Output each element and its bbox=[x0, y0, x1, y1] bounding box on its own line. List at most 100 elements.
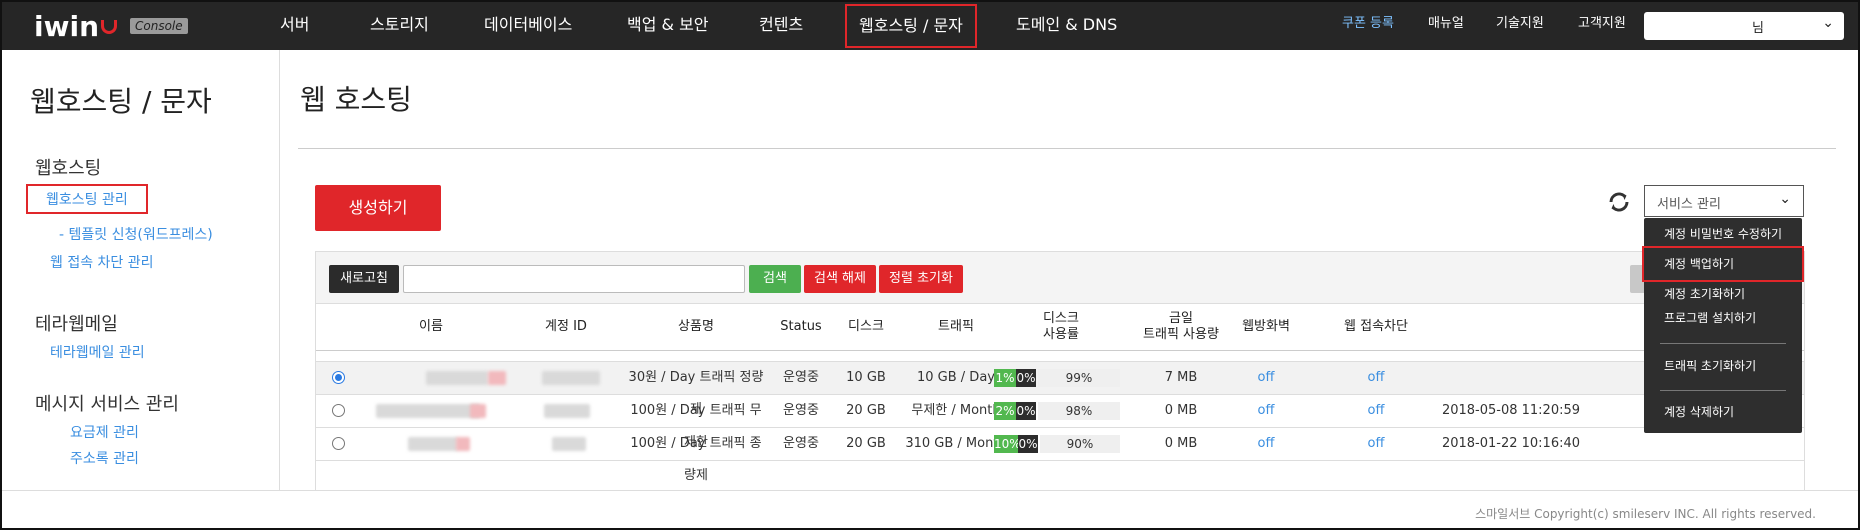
traffic-usage-pct: 98% bbox=[1038, 402, 1120, 420]
customer-support-link[interactable]: 고객지원 bbox=[1578, 2, 1626, 48]
cell-disk: 20 GB bbox=[846, 403, 886, 418]
table-row[interactable]: 100원 / Day 트래픽 종량제 운영중 20 GB 310 GB / Mo… bbox=[316, 428, 1804, 483]
title-divider bbox=[298, 148, 1836, 149]
sidebar-title: 웹호스팅 / 문자 bbox=[30, 85, 212, 118]
redacted-account-id bbox=[552, 437, 586, 451]
logo-smile-icon bbox=[101, 20, 117, 34]
cell-waf-toggle[interactable]: off bbox=[1236, 362, 1296, 394]
cell-waf-toggle[interactable]: off bbox=[1236, 395, 1296, 427]
disk-usage-fill: 2% bbox=[994, 402, 1016, 420]
disk-usage-bar: 2% 0% 98% bbox=[994, 402, 1120, 420]
sidebar-group-webhosting: 웹호스팅 bbox=[35, 158, 102, 179]
redacted-name bbox=[488, 371, 506, 385]
redacted-account-id bbox=[544, 404, 590, 418]
redacted-name bbox=[426, 371, 488, 385]
disk-usage-bar: 1% 0% 99% bbox=[994, 369, 1120, 387]
copyright-text: 스마일서브 Copyright(c) smileserv INC. All ri… bbox=[1475, 507, 1816, 521]
nav-webhosting-sms[interactable]: 웹호스팅 / 문자 bbox=[845, 4, 977, 48]
cell-today-traffic: 0 MB bbox=[1164, 403, 1198, 418]
menu-item-install-program[interactable]: 프로그램 설치하기 bbox=[1644, 306, 1802, 330]
sidebar-item-plan-manage[interactable]: 요금제 관리 bbox=[70, 422, 139, 442]
traffic-usage-pct: 99% bbox=[1038, 369, 1120, 387]
cell-product: 100원 / Day 트래픽 종량제 bbox=[630, 436, 762, 483]
row-radio[interactable] bbox=[332, 371, 345, 384]
cell-product: 100원 / Day 트래픽 무제한 bbox=[630, 403, 762, 450]
menu-item-delete-account[interactable]: 계정 삭제하기 bbox=[1644, 400, 1802, 424]
cell-access-block-toggle[interactable]: off bbox=[1336, 428, 1416, 460]
column-header-disk[interactable]: 디스크 bbox=[836, 304, 896, 350]
disk-usage-rest: 0% bbox=[1016, 402, 1036, 420]
row-radio[interactable] bbox=[332, 404, 345, 417]
menu-item-reset-traffic[interactable]: 트래픽 초기화하기 bbox=[1644, 354, 1802, 378]
create-button[interactable]: 생성하기 bbox=[315, 185, 441, 231]
cell-today-traffic: 0 MB bbox=[1164, 436, 1198, 451]
brand-logo[interactable]: iwin bbox=[34, 10, 117, 43]
cell-status: 운영중 bbox=[783, 403, 819, 418]
table-toolbar: 새로고침 검색 검색 해제 정렬 초기화 이용 수량 bbox=[316, 252, 1804, 304]
tech-support-link[interactable]: 기술지원 bbox=[1496, 2, 1544, 48]
footer: 스마일서브 Copyright(c) smileserv INC. All ri… bbox=[2, 490, 1858, 528]
chevron-down-icon: ⌄ bbox=[1822, 15, 1834, 31]
hosting-table-panel: 새로고침 검색 검색 해제 정렬 초기화 이용 수량 이름 계정 ID 상품명 … bbox=[315, 251, 1805, 491]
menu-item-backup-account[interactable]: 계정 백업하기 bbox=[1642, 246, 1804, 282]
nav-backup-security[interactable]: 백업 & 보안 bbox=[627, 2, 709, 50]
cell-product: 30원 / Day 트래픽 정량제 bbox=[628, 370, 764, 417]
search-button[interactable]: 검색 bbox=[749, 265, 801, 293]
menu-divider bbox=[1660, 343, 1786, 344]
service-manage-select[interactable]: 서비스 관리 ⌄ bbox=[1644, 185, 1804, 217]
search-input[interactable] bbox=[403, 265, 745, 293]
nav-server[interactable]: 서버 bbox=[280, 2, 309, 50]
column-header-access-block[interactable]: 웹 접속차단 bbox=[1336, 304, 1416, 350]
sidebar-group-terawebmail: 테라웹메일 bbox=[35, 314, 118, 335]
table-row[interactable]: 30원 / Day 트래픽 정량제 운영중 10 GB 10 GB / Day … bbox=[316, 362, 1804, 417]
sidebar-item-addressbook[interactable]: 주소록 관리 bbox=[70, 448, 139, 468]
sidebar-item-template-request[interactable]: - 템플릿 신청(워드프레스) bbox=[59, 224, 213, 244]
disk-usage-fill: 10% bbox=[994, 435, 1021, 453]
refresh-list-button[interactable]: 새로고침 bbox=[329, 265, 399, 293]
row-radio[interactable] bbox=[332, 437, 345, 450]
nav-database[interactable]: 데이터베이스 bbox=[484, 2, 572, 50]
column-header-waf[interactable]: 웹방화벽 bbox=[1236, 304, 1296, 350]
redacted-name bbox=[456, 437, 470, 451]
column-header-disk-usage[interactable]: 디스크 사용률 bbox=[1026, 304, 1096, 350]
sidebar-item-webhosting-manage[interactable]: 웹호스팅 관리 bbox=[26, 184, 148, 214]
clear-search-button[interactable]: 검색 해제 bbox=[804, 265, 876, 293]
user-menu-select[interactable]: 님 ⌄ bbox=[1644, 12, 1844, 40]
cell-status: 운영중 bbox=[783, 436, 819, 451]
disk-usage-rest: 0% bbox=[1018, 435, 1038, 453]
manual-link[interactable]: 매뉴얼 bbox=[1428, 2, 1464, 48]
disk-usage-fill: 1% bbox=[994, 369, 1016, 387]
page-title: 웹 호스팅 bbox=[300, 83, 412, 116]
column-header-status[interactable]: Status bbox=[766, 304, 836, 350]
cell-created-date: 2018-05-08 11:20:59 bbox=[1441, 403, 1581, 418]
reset-sort-button[interactable]: 정렬 초기화 bbox=[879, 265, 963, 293]
disk-usage-rest: 0% bbox=[1016, 369, 1036, 387]
redacted-name bbox=[376, 404, 480, 418]
cell-status: 운영중 bbox=[783, 370, 819, 385]
menu-item-change-password[interactable]: 계정 비밀번호 수정하기 bbox=[1644, 222, 1802, 246]
main-content: 웹 호스팅 생성하기 서비스 관리 ⌄ 새로고침 검색 검색 해제 정렬 초기화… bbox=[280, 50, 1858, 491]
sidebar-item-terawebmail-manage[interactable]: 테라웹메일 관리 bbox=[50, 342, 145, 362]
refresh-icon[interactable] bbox=[1605, 188, 1633, 216]
sidebar-item-access-block[interactable]: 웹 접속 차단 관리 bbox=[50, 252, 154, 272]
column-header-product[interactable]: 상품명 bbox=[646, 304, 746, 350]
column-header-account-id[interactable]: 계정 ID bbox=[531, 304, 601, 350]
cell-waf-toggle[interactable]: off bbox=[1236, 428, 1296, 460]
column-header-traffic[interactable]: 트래픽 bbox=[896, 304, 1016, 350]
redacted-name bbox=[408, 437, 458, 451]
nav-contents[interactable]: 컨텐츠 bbox=[759, 2, 803, 50]
service-manage-value: 서비스 관리 bbox=[1657, 197, 1721, 212]
cell-access-block-toggle[interactable]: off bbox=[1336, 395, 1416, 427]
table-row[interactable]: 100원 / Day 트래픽 무제한 운영중 20 GB 무제한 / Month… bbox=[316, 395, 1804, 450]
disk-usage-bar: 10% 0% 90% bbox=[994, 435, 1120, 453]
cell-today-traffic: 7 MB bbox=[1164, 370, 1198, 385]
column-header-name[interactable]: 이름 bbox=[391, 304, 471, 350]
redacted-account-id bbox=[542, 371, 600, 385]
coupon-link[interactable]: 쿠폰 등록 bbox=[1342, 2, 1394, 48]
sidebar: 웹호스팅 / 문자 웹호스팅 웹호스팅 관리 - 템플릿 신청(워드프레스) 웹… bbox=[2, 50, 280, 490]
cell-access-block-toggle[interactable]: off bbox=[1336, 362, 1416, 394]
nav-storage[interactable]: 스토리지 bbox=[370, 2, 429, 50]
column-header-today-traffic[interactable]: 금일 트래픽 사용량 bbox=[1126, 304, 1236, 350]
menu-item-reset-account[interactable]: 계정 초기화하기 bbox=[1644, 282, 1802, 306]
nav-domain-dns[interactable]: 도메인 & DNS bbox=[1016, 2, 1117, 50]
